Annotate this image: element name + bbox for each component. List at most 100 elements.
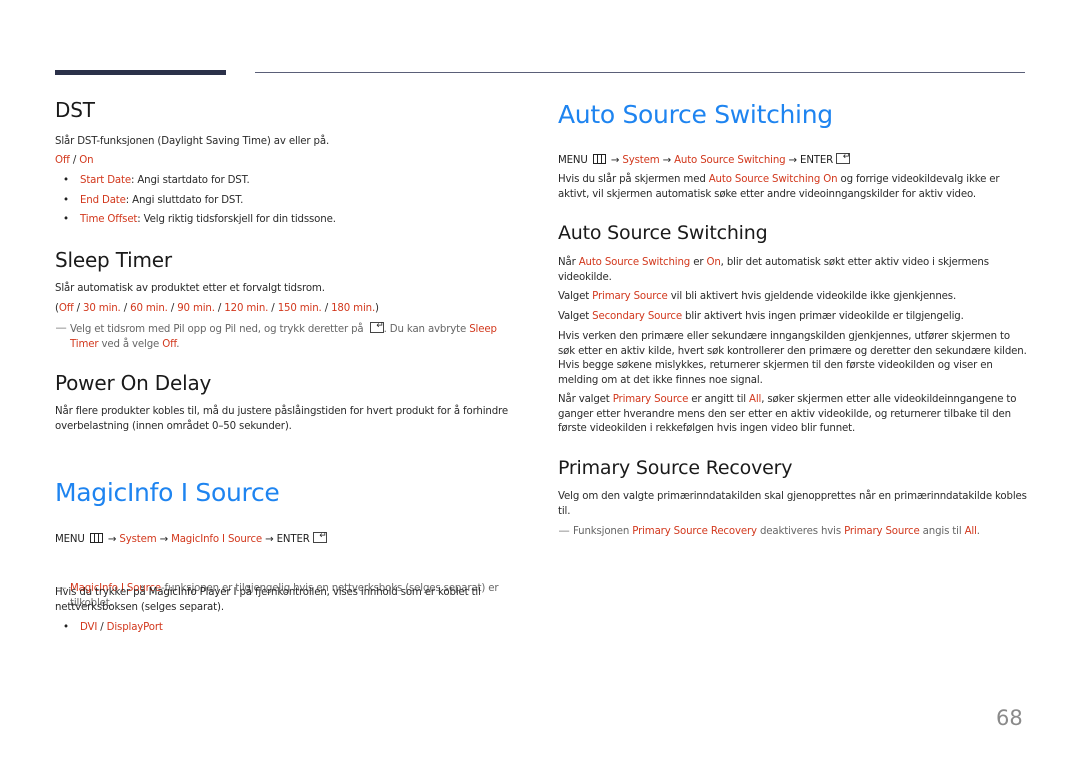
para-text: Når [558,257,579,268]
para-text: Valget [558,291,593,302]
auto-source-title: Auto Source Switching [558,100,833,129]
option: 120 min. [224,303,269,314]
term: Primary Source [844,526,920,537]
sleep-timer-note: ― Velg et tidsrom med Pil opp og Pil ned,… [55,319,510,352]
term: Off [162,338,177,350]
bullet-icon: • [63,175,69,186]
term: Primary Source Recovery [632,526,757,537]
header-rule-thick [55,70,226,75]
sleep-timer-title: Sleep Timer [55,248,172,272]
note-dash-icon: ― [56,323,67,334]
note-text: . [176,338,180,350]
option: 150 min. [277,303,322,314]
section-sleep-timer: Sleep Timer Slår automatisk av produktet… [55,0,510,350]
separator: / [214,303,225,314]
term: Auto Source Switching On [708,174,838,185]
auto-source-para-3: Valget Secondary Source blir aktivert hv… [558,310,1028,325]
option: 30 min. [83,303,121,314]
term: Start Date [80,175,131,186]
magicinfo-bullet-list: • DVI / DisplayPort [55,621,510,641]
enter-label: ENTER [800,155,834,166]
dst-title: DST [55,98,95,122]
separator: / [321,303,332,314]
note-text: deaktiveres hvis [756,526,845,537]
term: Primary Source [612,394,689,405]
option: 180 min. [331,303,376,314]
term: Auto Source Switching [578,257,691,268]
intro-text: Hvis du slår på skjermen med [558,174,709,185]
option: Off [58,303,74,314]
arrow-icon: → [607,155,623,166]
menu-icon [89,533,103,543]
magicinfo-menu-path: MENU → System → MagicInfo I Source → ENT… [55,529,510,548]
note-text: . [976,526,980,537]
menu-label: MENU [558,155,588,166]
option-dvi: DVI [80,622,98,633]
dst-options: Off / On [55,154,510,169]
right-column: Auto Source Switching MENU → System → Au… [558,0,1028,537]
term: On [706,257,721,268]
primary-recovery-note: ― Funksjonen Primary Source Recovery deak… [558,525,1028,540]
arrow-icon: → [262,534,277,545]
item-text: : Velg riktig tidsforskjell for din tids… [137,214,336,225]
term: All [749,394,762,405]
para-text: Når valget [558,394,613,405]
note-text: Velg et tidsrom med Pil opp og Pil ned, … [70,324,367,335]
note-dash-icon: ― [559,526,570,537]
para-text: blir aktivert hvis ingen primær videokil… [681,311,964,322]
power-on-delay-title: Power On Delay [55,371,212,395]
note-text: angis til [919,526,965,537]
note-text: Funksjonen [573,526,633,537]
separator: / [120,303,131,314]
option-displayport: DisplayPort [106,622,163,633]
para-text: er angitt til [688,394,750,405]
list-item: • Start Date: Angi startdato for DST. [55,174,510,189]
primary-recovery-title: Primary Source Recovery [558,457,793,479]
bullet-icon: • [63,214,69,225]
left-column: DST Slår DST-funksjonen (Daylight Saving… [55,0,510,633]
option: 90 min. [177,303,215,314]
sleep-timer-options: (Off / 30 min. / 60 min. / 90 min. / 120… [55,302,510,317]
option-on: On [79,155,94,166]
option: 60 min. [130,303,168,314]
sleep-timer-description: Slår automatisk av produktet etter et fo… [55,283,325,294]
path-system: System [622,155,660,166]
separator: / [97,622,107,633]
option-off: Off [55,155,70,166]
auto-source-para-4: Hvis verken den primære eller sekundære … [558,331,1027,386]
term: All [964,526,977,537]
para-text: er [690,257,707,268]
path-system: System [119,534,157,545]
primary-recovery-description: Velg om den valgte primærinndatakilden s… [558,491,1027,517]
auto-source-para-2: Valget Primary Source vil bli aktivert h… [558,290,1028,305]
arrow-icon: → [785,155,801,166]
list-item: • Time Offset: Velg riktig tidsforskjell … [55,213,510,228]
separator: / [69,155,80,166]
menu-icon [592,154,606,164]
desc-text: Hvis du trykker på [55,587,149,598]
note-text: ved å velge [98,338,163,350]
bullet-icon: • [63,194,69,206]
term: Primary Source [592,291,668,302]
section-magicinfo: MagicInfo I Source MENU → System → Magic… [55,30,510,633]
header-rule-thin [255,72,1025,73]
note-text: . Du kan avbryte [383,324,470,335]
item-text: : Angi startdato for DST. [130,175,250,186]
item-text: : Angi sluttdato for DST. [125,194,244,206]
enter-label: ENTER [276,534,310,545]
dst-description: Slår DST-funksjonen (Daylight Saving Tim… [55,136,330,147]
dst-bullet-list: • Start Date: Angi startdato for DST. • En… [55,174,510,233]
magicinfo-description: Hvis du trykker på MagicInfo Player I på… [55,586,510,615]
para-text: vil bli aktivert hvis gjeldende videokil… [667,291,957,302]
arrow-icon: → [156,534,172,545]
page-number: 68 [996,706,1023,730]
path-item: MagicInfo I Source [171,534,263,545]
menu-label: MENU [55,534,85,545]
auto-source-menu-path: MENU → System → Auto Source Switching → … [558,150,1028,169]
auto-source-para-1: Når Auto Source Switching er On, blir de… [558,256,1028,285]
list-item: • End Date: Angi sluttdato for DST. [55,194,510,209]
bullet-icon: • [63,622,69,633]
separator: / [73,303,84,314]
list-item: • DVI / DisplayPort [55,621,510,636]
arrow-icon: → [659,155,675,166]
